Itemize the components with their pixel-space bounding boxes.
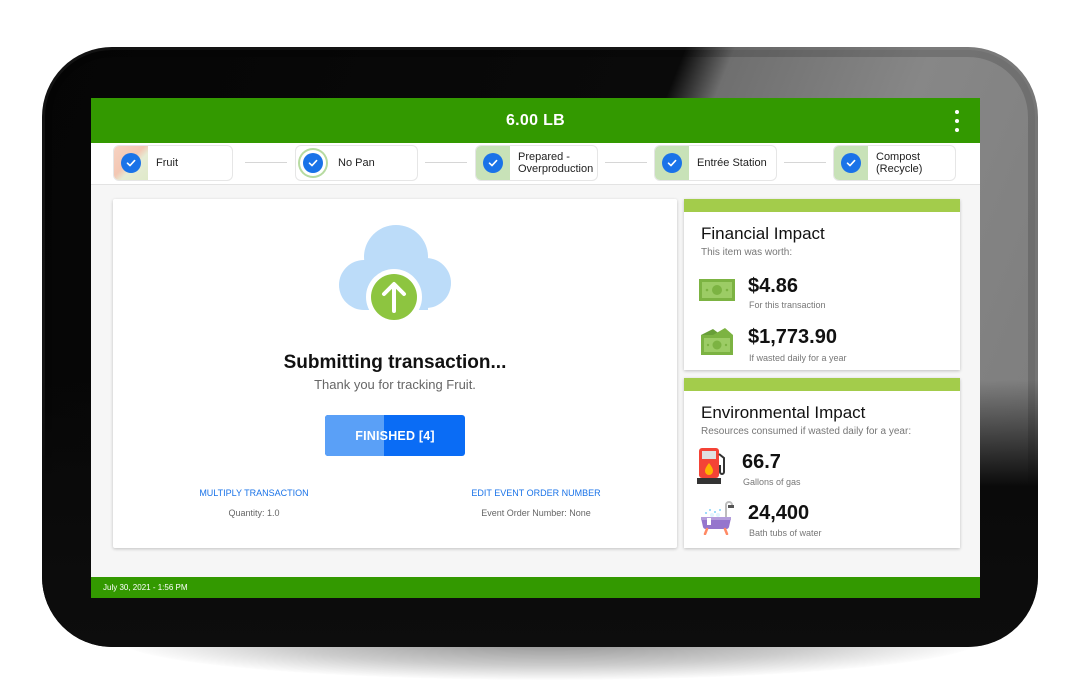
- step-thumb: [655, 146, 689, 180]
- submission-title: Submitting transaction...: [283, 352, 507, 373]
- metric-value: $4.86: [748, 275, 799, 297]
- step-compost-recycle[interactable]: Compost (Recycle): [833, 145, 956, 181]
- check-circle-icon: [121, 153, 141, 173]
- step-label: Fruit: [156, 157, 178, 169]
- step-label: Entrée Station: [697, 157, 767, 169]
- step-label: Compost (Recycle): [876, 151, 923, 175]
- card-accent-band: [684, 378, 960, 391]
- environmental-impact-title: Environmental Impact: [701, 403, 866, 422]
- cash-bill-icon: [699, 279, 735, 301]
- cloud-upload-icon: [339, 225, 451, 325]
- bathtub-icon: [701, 501, 734, 535]
- environmental-impact-desc: Resources consumed if wasted daily for a…: [701, 426, 912, 437]
- submission-card: Submitting transaction... Thank you for …: [113, 199, 677, 548]
- finished-button[interactable]: FINISHED [4]: [325, 415, 465, 456]
- gas-pump-icon: [697, 448, 725, 484]
- step-no-pan[interactable]: No Pan: [295, 145, 418, 181]
- step-progress-bar: Fruit No Pan Prepared - Overproduction E…: [91, 143, 980, 185]
- event-order-value: Event Order Number: None: [481, 508, 591, 518]
- check-circle-icon: [841, 153, 861, 173]
- step-connector: [425, 162, 467, 163]
- multiply-transaction-link[interactable]: MULTIPLY TRANSACTION: [154, 488, 354, 498]
- submission-subtitle: Thank you for tracking Fruit.: [314, 377, 476, 392]
- stage: 6.00 LB Fruit No Pan Prepared - Overprod…: [0, 0, 1080, 700]
- step-label: Prepared - Overproduction: [518, 151, 594, 175]
- financial-impact-card: Financial Impact This item was worth: $4…: [684, 199, 960, 370]
- card-accent-band: [684, 199, 960, 212]
- edit-event-order-link[interactable]: EDIT EVENT ORDER NUMBER: [436, 488, 636, 498]
- step-connector: [784, 162, 826, 163]
- step-thumb: [476, 146, 510, 180]
- finished-button-label: FINISHED [4]: [355, 428, 435, 443]
- financial-impact-title: Financial Impact: [701, 224, 825, 243]
- more-vertical-icon[interactable]: [952, 110, 962, 132]
- quantity-value: Quantity: 1.0: [228, 508, 280, 518]
- metric-value: 24,400: [748, 502, 810, 524]
- check-circle-icon: [303, 153, 323, 173]
- check-circle-icon: [662, 153, 682, 173]
- step-connector: [605, 162, 647, 163]
- step-connector: [245, 162, 287, 163]
- metric-caption: Gallons of gas: [743, 477, 801, 487]
- environmental-impact-card: Environmental Impact Resources consumed …: [684, 378, 960, 548]
- step-entree-station[interactable]: Entrée Station: [654, 145, 777, 181]
- metric-value: $1,773.90: [748, 326, 837, 348]
- step-thumb: [296, 146, 330, 180]
- tablet-screen: 6.00 LB Fruit No Pan Prepared - Overprod…: [91, 98, 980, 598]
- status-footer: July 30, 2021 - 1:56 PM: [91, 577, 980, 598]
- check-circle-icon: [483, 153, 503, 173]
- metric-caption: Bath tubs of water: [749, 528, 822, 538]
- fruit-thumbnail: [114, 146, 148, 180]
- metric-caption: For this transaction: [749, 300, 826, 310]
- step-label: No Pan: [338, 157, 375, 169]
- metric-value: 66.7: [742, 451, 781, 473]
- cash-stack-icon: [701, 328, 733, 355]
- step-thumb: [834, 146, 868, 180]
- top-app-bar: 6.00 LB: [91, 98, 980, 143]
- step-prepared-overproduction[interactable]: Prepared - Overproduction: [475, 145, 598, 181]
- timestamp: July 30, 2021 - 1:56 PM: [103, 583, 188, 592]
- step-fruit[interactable]: Fruit: [113, 145, 233, 181]
- financial-impact-desc: This item was worth:: [701, 247, 793, 258]
- metric-caption: If wasted daily for a year: [749, 353, 847, 363]
- weight-readout: 6.00 LB: [505, 111, 565, 129]
